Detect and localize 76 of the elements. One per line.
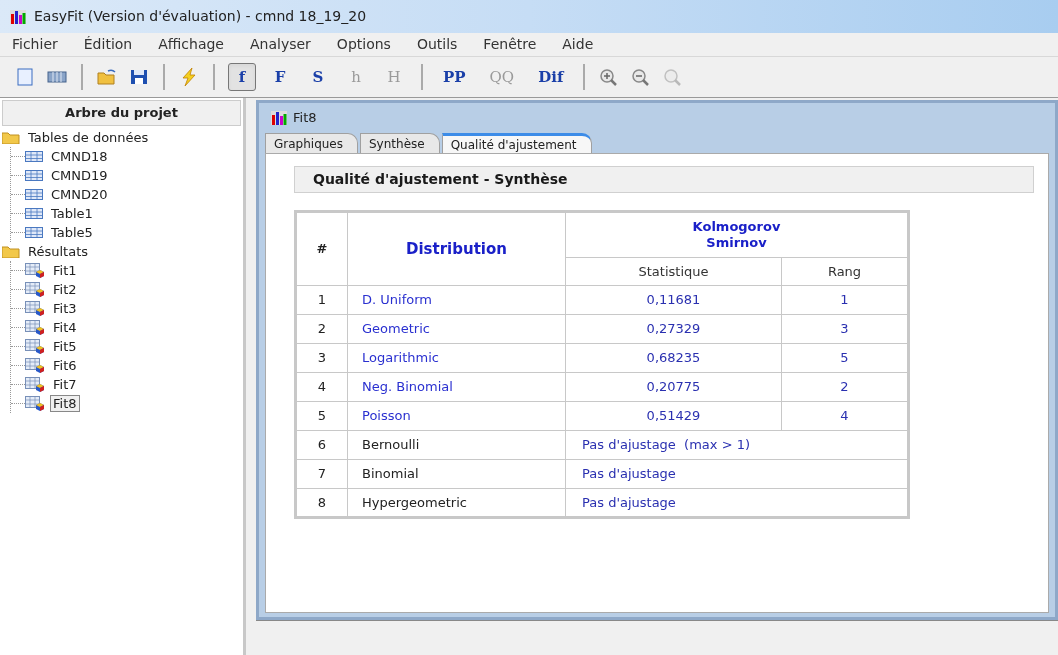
- table-cell: Poisson: [347, 401, 566, 431]
- menu-item[interactable]: Analyser: [250, 34, 311, 55]
- tree-item[interactable]: CMND20: [48, 186, 111, 203]
- folder-icon[interactable]: [96, 67, 118, 87]
- toolbar-button[interactable]: f: [228, 63, 256, 91]
- table-icon: [25, 227, 43, 238]
- toolbar-button[interactable]: PP: [436, 63, 473, 91]
- tab[interactable]: Qualité d'ajustement: [441, 133, 592, 153]
- column-header: Distribution: [347, 211, 566, 286]
- tree-item[interactable]: Fit6: [50, 357, 80, 374]
- toolbar-button[interactable]: F: [266, 63, 294, 91]
- window-title: EasyFit (Version d'évaluation) - cmnd 18_19_20: [34, 7, 367, 26]
- tree-item[interactable]: Fit5: [50, 338, 80, 355]
- table-cell: Logarithmic: [347, 343, 566, 373]
- table-cell: 3: [295, 343, 348, 373]
- table-cell: 1: [295, 285, 348, 315]
- table-cell: Geometric: [347, 314, 566, 344]
- toolbar-button[interactable]: S: [304, 63, 332, 91]
- table-cell: 4: [295, 372, 348, 402]
- menu-item[interactable]: Options: [336, 34, 391, 55]
- column-header: Statistique: [565, 257, 782, 286]
- table-cell: Neg. Binomial: [347, 372, 566, 402]
- table-chart-icon: [25, 320, 45, 335]
- table-chart-icon: [25, 301, 45, 316]
- table-cell: 0,51429: [565, 401, 782, 431]
- table-cell: 0,27329: [565, 314, 782, 344]
- tab[interactable]: Synthèse: [360, 133, 440, 153]
- tree-item[interactable]: Résultats: [25, 243, 91, 260]
- menu-item[interactable]: Édition: [83, 34, 133, 55]
- table-cell: 5: [295, 401, 348, 431]
- table-chart-icon: [25, 358, 45, 373]
- tree-item[interactable]: Fit7: [50, 376, 80, 393]
- table-icon: [25, 170, 43, 181]
- tree-item[interactable]: CMND18: [48, 148, 111, 165]
- tree-item[interactable]: Fit4: [50, 319, 80, 336]
- document-title: Fit8: [293, 109, 317, 128]
- folder-icon: [2, 131, 20, 144]
- tree-item[interactable]: Tables de données: [25, 129, 152, 146]
- table-cell: 7: [295, 459, 348, 489]
- bar-chart-icon: [271, 111, 287, 125]
- table-cell: 0,11681: [565, 285, 782, 315]
- table-cell: 6: [295, 430, 348, 460]
- table-chart-icon: [25, 339, 45, 354]
- column-header: #: [295, 211, 348, 286]
- tree-item[interactable]: CMND19: [48, 167, 111, 184]
- menu-item[interactable]: Fichier: [12, 34, 58, 55]
- table-chart-icon: [25, 396, 45, 411]
- menu-item[interactable]: Affichage: [158, 34, 224, 55]
- table-cell: Bernoulli: [347, 430, 566, 460]
- tree-item[interactable]: Fit8: [50, 395, 80, 412]
- toolbar-button[interactable]: Dif: [531, 63, 571, 91]
- bar-chart-icon: [10, 9, 26, 24]
- page-icon[interactable]: [14, 67, 36, 87]
- tree-item[interactable]: Table5: [48, 224, 96, 241]
- menu-item[interactable]: Aide: [562, 34, 594, 55]
- folder-icon: [2, 245, 20, 258]
- menu-item[interactable]: Fenêtre: [483, 34, 537, 55]
- menu-item[interactable]: Outils: [416, 34, 458, 55]
- table-chart-icon: [25, 377, 45, 392]
- table-icon: [25, 151, 43, 162]
- table-chart-icon: [25, 263, 45, 278]
- table-cell: 2: [295, 314, 348, 344]
- report-title: Qualité d'ajustement - Synthèse: [313, 170, 568, 189]
- table-cell: Binomial: [347, 459, 566, 489]
- tree-item[interactable]: Fit2: [50, 281, 80, 298]
- table-icon: [25, 208, 43, 219]
- tree-item[interactable]: Fit1: [50, 262, 80, 279]
- tree-item[interactable]: Table1: [48, 205, 96, 222]
- table-cell: 0,68235: [565, 343, 782, 373]
- tab[interactable]: Graphiques: [265, 133, 358, 153]
- table-cell: 0,20775: [565, 372, 782, 402]
- table-chart-icon: [25, 282, 45, 297]
- table-icon: [25, 189, 43, 200]
- panel-title: Arbre du projet: [65, 104, 178, 123]
- table-cell: D. Uniform: [347, 285, 566, 315]
- tree-item[interactable]: Fit3: [50, 300, 80, 317]
